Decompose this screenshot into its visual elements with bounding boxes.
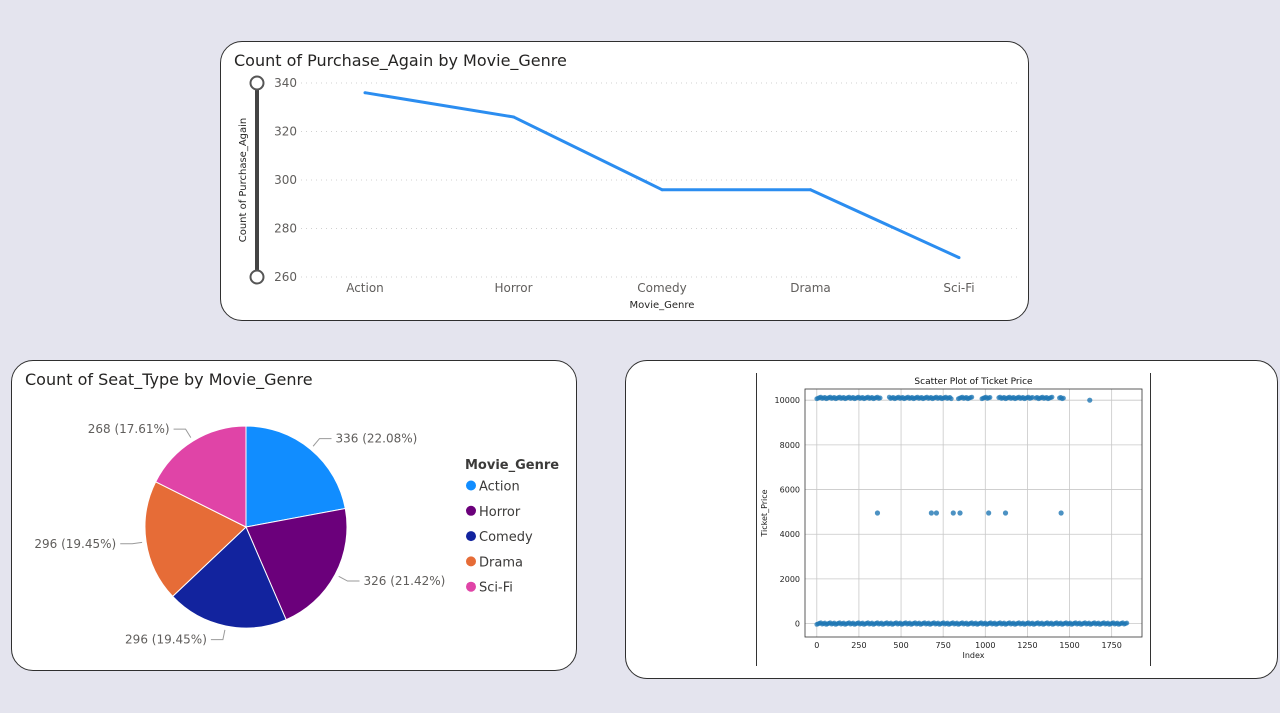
- x-tick-label: 1500: [1059, 641, 1079, 650]
- legend-item-horror: Horror: [479, 505, 521, 520]
- data-point: [809, 188, 812, 192]
- y-tick-label: 260: [274, 270, 297, 284]
- legend-item-comedy: Comedy: [479, 530, 533, 545]
- legend-item-action: Action: [479, 480, 520, 495]
- line-chart-card: Count of Purchase_Again by Movie_Genre 3…: [220, 41, 1029, 321]
- pie-leader-line: [120, 541, 143, 545]
- y-axis-title: Ticket_Price: [760, 489, 769, 537]
- legend-marker: [466, 531, 476, 542]
- pie-leader-line: [173, 428, 192, 438]
- scatter-point: [1087, 397, 1093, 403]
- y-tick-label: 4000: [780, 530, 800, 539]
- x-tick-label: Action: [346, 281, 384, 295]
- y-tick-label: 2000: [780, 575, 800, 584]
- line-chart: 340 320 300 280 260 Count of Purchase_Again Ac…: [238, 75, 1021, 311]
- x-tick-label: 1750: [1101, 641, 1121, 650]
- pie-data-label: 296 (19.45%): [34, 537, 116, 551]
- scatter-point: [1061, 395, 1066, 401]
- y-tick-label: 320: [274, 125, 297, 139]
- scatter-point: [1002, 510, 1009, 516]
- x-tick-label: 250: [851, 641, 866, 650]
- scatter-point: [986, 510, 992, 516]
- x-axis-title: Index: [962, 651, 984, 660]
- plot-frame: [804, 388, 1143, 638]
- legend-title: Movie_Genre: [465, 458, 559, 473]
- y-tick-label: 280: [274, 222, 297, 236]
- pie-chart: 336 (22.08%) 326 (21.42%) 296 (19.45%) 296 …: [34, 422, 559, 647]
- y-tick-label: 300: [274, 173, 297, 187]
- pie-data-label: 336 (22.08%): [336, 432, 418, 446]
- y-tick-label: 0: [795, 620, 800, 629]
- pie-data-label: 268 (17.61%): [88, 422, 170, 436]
- y-axis-title: Count of Purchase_Again: [238, 118, 249, 243]
- data-point: [660, 188, 664, 192]
- x-tick-label: Comedy: [637, 281, 687, 295]
- x-tick-label: 750: [936, 641, 951, 650]
- legend-marker: [466, 480, 476, 491]
- legend-item-scifi: Sci-Fi: [479, 581, 513, 596]
- x-tick-label: 1250: [1017, 641, 1037, 650]
- data-point: [363, 91, 367, 95]
- scatter-plot: Scatter Plot of Ticket Price 0 250 500 750 10…: [760, 377, 1143, 660]
- legend-marker: [466, 581, 476, 592]
- pie-leader-line: [210, 629, 226, 641]
- scatter-point: [969, 394, 975, 400]
- series-line: [364, 91, 960, 259]
- pie-data-label: 296 (19.45%): [125, 633, 207, 647]
- x-tick-label: Sci-Fi: [943, 281, 974, 295]
- scatter-title: Scatter Plot of Ticket Price: [914, 377, 1033, 387]
- y-tick-label: 10000: [775, 396, 800, 405]
- scatter-point: [1058, 510, 1064, 516]
- x-tick-label: Horror: [494, 281, 532, 295]
- scatter-point: [874, 510, 881, 516]
- scatter-point: [1124, 620, 1130, 626]
- x-tick-label: 0: [814, 641, 819, 650]
- legend-marker: [466, 556, 476, 567]
- zoom-slider-bottom-handle: [249, 269, 265, 285]
- y-tick-label: 6000: [780, 486, 800, 495]
- x-axis-title: Movie_Genre: [630, 300, 695, 311]
- scatter-point: [957, 510, 963, 516]
- pie-leader-line: [312, 438, 332, 447]
- data-point: [512, 115, 515, 119]
- scatter-chart-card: Scatter Plot of Ticket Price 0 250 500 750 10…: [625, 360, 1278, 679]
- legend-item-drama: Drama: [479, 555, 523, 570]
- x-tick-label: 1000: [975, 641, 995, 650]
- zoom-slider-top-handle: [249, 75, 265, 91]
- y-tick-label: 8000: [780, 441, 800, 450]
- scatter-point: [987, 395, 993, 400]
- scatter-figure: Scatter Plot of Ticket Price 0 250 500 750 10…: [756, 373, 1151, 666]
- legend-marker: [466, 505, 476, 516]
- pie-data-label: 326 (21.42%): [364, 574, 446, 588]
- y-tick-label: 340: [274, 76, 297, 90]
- scatter-point: [928, 510, 934, 516]
- pie-leader-line: [338, 575, 360, 582]
- pie-chart-card: Count of Seat_Type by Movie_Genre 336 (2…: [11, 360, 577, 671]
- scatter-point: [877, 395, 883, 401]
- scatter-point: [948, 396, 954, 402]
- x-tick-label: 500: [893, 641, 908, 650]
- scatter-point: [1049, 394, 1055, 400]
- scatter-point: [950, 510, 956, 516]
- data-point: [957, 256, 961, 260]
- x-tick-label: Drama: [790, 281, 831, 295]
- scatter-point: [933, 510, 940, 516]
